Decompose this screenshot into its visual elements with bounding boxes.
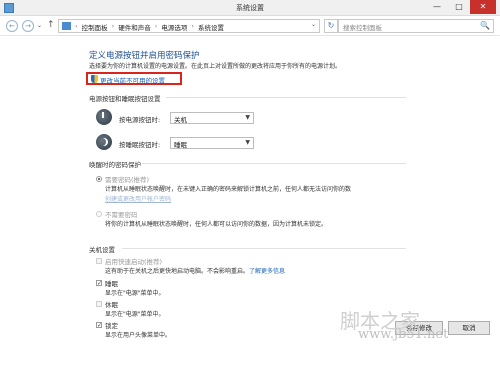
sleep-option-description: 显示在"电源"菜单中。	[105, 290, 165, 297]
breadcrumb-hardware-sound[interactable]: 硬件和声音	[118, 22, 151, 32]
power-buttons-section-title: 电源按钮和睡眠按钮设置	[89, 95, 161, 103]
minimize-button[interactable]: —	[426, 0, 448, 14]
sleep-button-icon	[96, 134, 112, 150]
sleep-button-action-select[interactable]: 睡眠 ▼	[170, 137, 254, 149]
require-password-radio[interactable]	[96, 176, 102, 182]
breadcrumb-control-panel[interactable]: 控制面板	[82, 22, 108, 32]
address-bar[interactable]: › 控制面板 › 硬件和声音 › 电源选项 › 系统设置 ⌄	[58, 19, 320, 33]
create-password-link[interactable]: 创建或更改用户帐户密码	[105, 194, 171, 203]
no-password-radio[interactable]	[96, 211, 102, 217]
crumb-separator: ›	[75, 22, 78, 30]
sleep-option-label: 睡眠	[105, 280, 118, 288]
no-password-description: 将你的计算机从睡眠状态唤醒时，任何人都可以访问你的数据，因为计算机未锁定。	[105, 221, 328, 228]
breadcrumb-system-settings[interactable]: 系统设置	[198, 22, 224, 32]
breadcrumb-power-options[interactable]: 电源选项	[161, 22, 187, 32]
hibernate-option-description: 显示在"电源"菜单中。	[105, 311, 165, 318]
power-button-icon	[96, 109, 112, 125]
back-button[interactable]: ←	[6, 20, 18, 32]
search-placeholder: 搜索控制面板	[343, 24, 382, 32]
recent-locations-icon[interactable]: ⌄	[37, 22, 42, 29]
fast-startup-desc-text: 这有助于在关机之后更快地启动电脑。不会影响重启。	[105, 268, 250, 275]
sleep-button-label: 按睡眠按钮时:	[119, 141, 161, 149]
shutdown-section-title: 关机设置	[89, 246, 115, 254]
cancel-button[interactable]: 取消	[448, 321, 490, 335]
change-settings-label: 更改当前不可用的设置	[100, 77, 165, 85]
up-button[interactable]: ↑	[47, 20, 55, 30]
learn-more-link[interactable]: 了解更多信息	[249, 268, 285, 275]
crumb-separator: ›	[154, 22, 158, 30]
title-bar: 系统设置 — □ ✕	[0, 0, 500, 16]
wake-password-section-title: 唤醒时的密码保护	[89, 161, 141, 169]
power-button-action-value: 关机	[174, 116, 187, 124]
chevron-down-icon: ▼	[245, 114, 250, 121]
close-button[interactable]: ✕	[470, 0, 496, 14]
power-button-action-select[interactable]: 关机 ▼	[170, 112, 254, 124]
section-divider	[142, 163, 406, 164]
fast-startup-checkbox[interactable]	[96, 258, 102, 264]
section-divider	[166, 97, 406, 98]
window-controls: — □ ✕	[426, 0, 496, 14]
crumb-separator: ›	[111, 22, 115, 30]
lock-checkbox[interactable]: ✓	[96, 322, 102, 329]
lock-option-label: 锁定	[105, 322, 118, 330]
change-settings-link[interactable]: 更改当前不可用的设置	[86, 72, 182, 85]
search-input[interactable]: 搜索控制面板 🔍	[338, 19, 494, 33]
navigation-bar: ← → ⌄ ↑ › 控制面板 › 硬件和声音 › 电源选项 › 系统设置 ⌄ ↻…	[0, 16, 500, 36]
require-password-label: 需要密码(推荐)	[105, 176, 150, 184]
sleep-checkbox[interactable]: ✓	[96, 280, 102, 287]
chevron-down-icon: ▼	[245, 139, 250, 146]
shield-icon	[91, 75, 98, 83]
page-description: 选择要为你的计算机设置的电源设置。在此页上对设置所做的更改将应用于你所有的电源计…	[89, 63, 342, 70]
no-password-label: 不需要密码	[105, 211, 138, 219]
forward-button[interactable]: →	[22, 20, 34, 32]
section-divider	[122, 248, 406, 249]
hibernate-option-label: 休眠	[105, 301, 118, 309]
crumb-separator: ›	[191, 22, 194, 30]
maximize-button[interactable]: □	[448, 0, 470, 14]
hibernate-checkbox[interactable]	[96, 301, 102, 307]
breadcrumb: › 控制面板 › 硬件和声音 › 电源选项 › 系统设置	[75, 22, 224, 32]
require-password-description: 计算机从睡眠状态唤醒时，在未键入正确的密码来解锁计算机之前，任何人都无法访问你的…	[105, 186, 352, 193]
window-title: 系统设置	[236, 4, 264, 12]
watermark-url: www.jb51.net	[358, 327, 449, 342]
refresh-button[interactable]: ↻	[324, 19, 338, 33]
lock-option-description: 显示在用户头像菜单中。	[105, 332, 172, 339]
control-panel-icon	[62, 22, 71, 30]
fast-startup-description: 这有助于在关机之后更快地启动电脑。不会影响重启。了解更多信息	[105, 266, 285, 275]
fast-startup-label: 启用快速启动(推荐)	[105, 258, 163, 266]
power-button-label: 按电源按钮时:	[119, 116, 161, 124]
sleep-button-action-value: 睡眠	[174, 141, 187, 149]
search-icon[interactable]: 🔍	[480, 21, 490, 30]
address-dropdown-icon[interactable]: ⌄	[311, 21, 316, 28]
page-title: 定义电源按钮并启用密码保护	[89, 51, 200, 61]
